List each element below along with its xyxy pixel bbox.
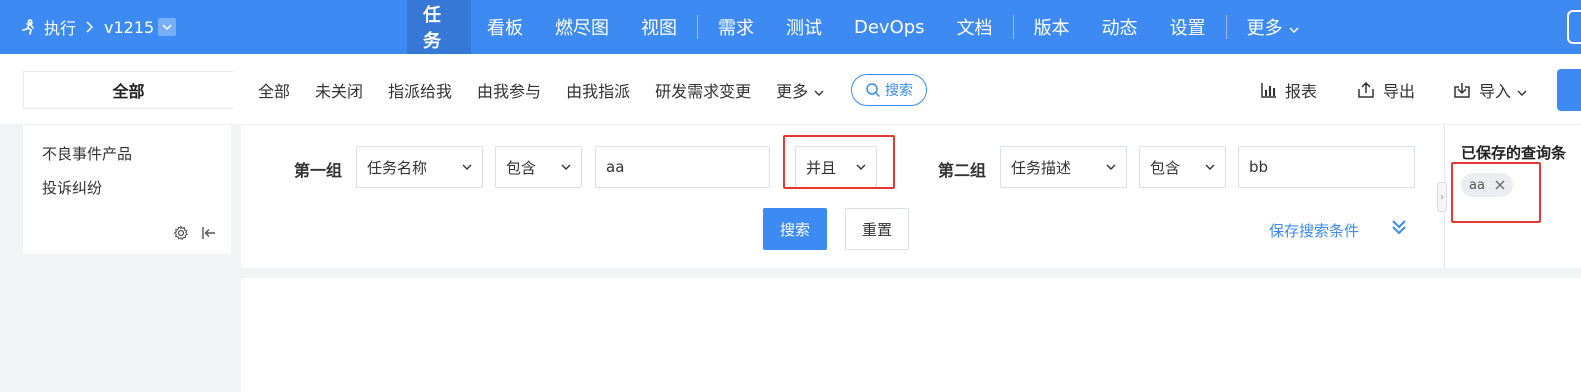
group1-value-input[interactable]: aa — [595, 146, 770, 188]
main-nav: 任务 看板 燃尽图 视图 需求 测试 DevOps 文档 版本 动态 设置 更多 — [407, 0, 1315, 54]
top-navbar: 执行 v1215 任务 看板 燃尽图 视图 需求 测试 DevOps 文档 版本… — [0, 0, 1581, 54]
nav-more[interactable]: 更多 — [1231, 0, 1315, 54]
nav-divider — [1225, 15, 1227, 39]
chevron-down-icon — [1517, 81, 1535, 100]
report-button[interactable]: 报表 — [1261, 71, 1317, 109]
nav-burndown[interactable]: 燃尽图 — [539, 0, 625, 54]
filter-more-label: 更多 — [776, 82, 809, 101]
filter-req-change[interactable]: 研发需求变更 — [655, 78, 751, 102]
filter-involved[interactable]: 由我参与 — [477, 78, 541, 102]
search-icon — [866, 83, 881, 98]
nav-testing[interactable]: 测试 — [770, 0, 838, 54]
group2-value-input[interactable]: bb — [1238, 146, 1415, 188]
logic-value: 并且 — [806, 158, 837, 177]
version-label[interactable]: v1215 — [104, 18, 154, 37]
bar-chart-icon — [1261, 83, 1276, 98]
chevron-down-icon — [1106, 164, 1116, 170]
nav-docs[interactable]: 文档 — [941, 0, 1009, 54]
nav-devops[interactable]: DevOps — [838, 0, 941, 54]
nav-divider — [1012, 15, 1014, 39]
tree-item[interactable]: 不良事件产品 — [42, 143, 132, 164]
saved-query-label: aa — [1469, 177, 1485, 193]
logic-select[interactable]: 并且 — [795, 146, 877, 188]
nav-settings[interactable]: 设置 — [1154, 0, 1222, 54]
breadcrumb: 执行 v1215 — [20, 0, 177, 54]
filter-all[interactable]: 全部 — [258, 78, 290, 102]
gear-icon[interactable] — [173, 225, 189, 241]
filter-more[interactable]: 更多 — [776, 78, 824, 102]
nav-activity[interactable]: 动态 — [1086, 0, 1154, 54]
filter-open[interactable]: 未关闭 — [315, 78, 363, 102]
group1-op-select[interactable]: 包含 — [495, 146, 582, 188]
module-link[interactable]: 执行 — [44, 15, 76, 39]
saved-queries-title: 已保存的查询条 — [1461, 144, 1567, 162]
collapse-left-icon[interactable] — [201, 225, 217, 241]
saved-queries-panel: › 已保存的查询条 aa — [1437, 125, 1581, 268]
chevron-right-icon — [86, 18, 94, 37]
advanced-search-panel: 第一组 任务名称 包含 aa 并且 第二组 任务描述 包含 bb 搜索 重置 保… — [241, 125, 1444, 268]
edge-button[interactable] — [1567, 10, 1581, 44]
scope-tab-all[interactable]: 全部 — [23, 71, 245, 110]
run-icon — [20, 18, 38, 36]
tree-item[interactable]: 投诉纠纷 — [42, 177, 102, 198]
report-label: 报表 — [1285, 82, 1318, 101]
nav-requirements[interactable]: 需求 — [702, 0, 770, 54]
group2-field-value: 任务描述 — [1011, 158, 1072, 177]
export-label: 导出 — [1383, 82, 1416, 101]
saved-query-tag[interactable]: aa — [1461, 173, 1513, 197]
import-label: 导入 — [1479, 82, 1512, 101]
close-icon[interactable] — [1495, 180, 1505, 190]
export-button[interactable]: 导出 — [1357, 71, 1415, 109]
create-button[interactable] — [1557, 69, 1581, 111]
group2-op-select[interactable]: 包含 — [1139, 146, 1226, 188]
group1-label: 第一组 — [294, 161, 343, 180]
chevron-down-icon — [814, 81, 824, 100]
nav-tasks[interactable]: 任务 — [407, 0, 471, 54]
import-button[interactable]: 导入 — [1453, 71, 1535, 109]
save-search-link[interactable]: 保存搜索条件 — [1269, 220, 1359, 241]
group1-op-value: 包含 — [506, 158, 537, 177]
nav-kanban[interactable]: 看板 — [471, 0, 539, 54]
nav-release[interactable]: 版本 — [1018, 0, 1086, 54]
task-list-area — [241, 278, 1581, 392]
group1-field-select[interactable]: 任务名称 — [356, 146, 483, 188]
reset-button[interactable]: 重置 — [845, 208, 909, 250]
nav-view[interactable]: 视图 — [625, 0, 693, 54]
nav-more-label: 更多 — [1246, 18, 1283, 39]
quick-filters: 全部 未关闭 指派给我 由我参与 由我指派 研发需求变更 更多 — [258, 71, 849, 109]
group1-field-value: 任务名称 — [367, 158, 428, 177]
filter-assigned-to-me[interactable]: 指派给我 — [388, 78, 452, 102]
chevron-down-icon — [1205, 164, 1215, 170]
export-icon — [1358, 82, 1374, 98]
filter-bar: 全部 全部 未关闭 指派给我 由我参与 由我指派 研发需求变更 更多 搜索 报表… — [0, 54, 1581, 124]
chevron-down-icon — [1289, 17, 1299, 38]
group1-value-text: aa — [606, 158, 625, 176]
filter-assigned-by-me[interactable]: 由我指派 — [566, 78, 630, 102]
left-tree-panel: 不良事件产品 投诉纠纷 — [23, 125, 231, 254]
version-dropdown-icon[interactable] — [158, 18, 177, 36]
group2-field-select[interactable]: 任务描述 — [1000, 146, 1127, 188]
panel-actions — [173, 225, 217, 241]
import-icon — [1454, 83, 1470, 98]
double-chevron-down-icon[interactable] — [1391, 218, 1407, 240]
group2-label: 第二组 — [938, 161, 987, 180]
chevron-down-icon — [856, 164, 866, 170]
search-toggle-button[interactable]: 搜索 — [851, 74, 927, 106]
group2-value-text: bb — [1249, 158, 1269, 176]
chevron-down-icon — [561, 164, 571, 170]
search-toggle-label: 搜索 — [885, 83, 913, 99]
nav-divider — [697, 15, 698, 39]
chevron-down-icon — [462, 164, 472, 170]
chevron-right-icon[interactable]: › — [1437, 182, 1447, 212]
group2-op-value: 包含 — [1150, 158, 1181, 177]
search-button[interactable]: 搜索 — [763, 208, 827, 250]
